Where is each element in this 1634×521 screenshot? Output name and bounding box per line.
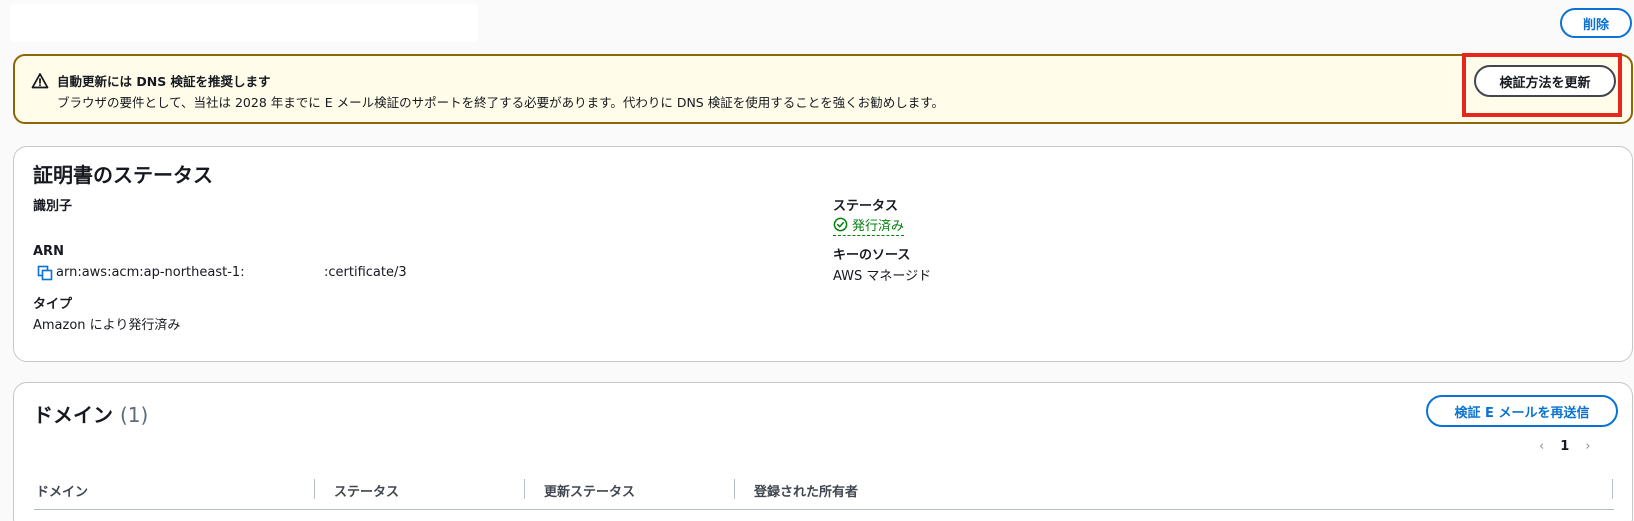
highlight-box: 検証方法を更新 [1462,53,1622,117]
column-divider[interactable] [1612,479,1613,499]
redacted-title-area [10,4,478,42]
domain-title-text: ドメイン [33,403,113,427]
resend-validation-email-button[interactable]: 検証 E メールを再送信 [1426,395,1618,427]
type-value: Amazon により発行済み [33,318,181,333]
table-header-underline [34,509,1614,510]
column-divider[interactable] [734,479,735,499]
page-number[interactable]: 1 [1560,439,1569,454]
type-label: タイプ [33,297,73,312]
status-label: ステータス [833,199,899,214]
column-header-registered-owner[interactable]: 登録された所有者 [754,481,858,500]
domain-card-title: ドメイン (1) [33,399,148,428]
column-header-status[interactable]: ステータス [334,481,399,500]
domain-card: ドメイン (1) 検証 E メールを再送信 ‹ 1 › ドメイン ステータス 更… [13,382,1633,521]
delete-button[interactable]: 削除 [1560,8,1632,38]
arn-value-prefix: arn:aws:acm:ap-northeast-1: [56,265,245,280]
copy-icon[interactable] [37,265,53,281]
chevron-left-icon[interactable]: ‹ [1539,439,1544,454]
arn-label: ARN [33,244,64,259]
certificate-detail-page: 削除 自動更新には DNS 検証を推奨します ブラウザの要件として、当社は 20… [0,0,1634,521]
arn-value-suffix: :certificate/3 [324,265,407,280]
alert-title: 自動更新には DNS 検証を推奨します [57,74,271,89]
warning-icon [31,73,49,89]
status-value: 発行済み [852,219,905,234]
card-title: 証明書のステータス [33,163,213,187]
key-source-label: キーのソース [833,248,911,263]
column-header-domain[interactable]: ドメイン [36,481,88,500]
certificate-status-card: 証明書のステータス 識別子 ステータス 発行済み ARN arn:aws:acm… [13,146,1633,362]
pagination: ‹ 1 › [1539,439,1590,454]
alert-body: ブラウザの要件として、当社は 2028 年までに E メール検証のサポートを終了… [57,95,944,110]
chevron-right-icon[interactable]: › [1585,439,1590,454]
domain-count: (1) [119,403,149,427]
status-badge: 発行済み [833,215,905,236]
check-circle-icon [833,217,848,232]
dns-validation-alert: 自動更新には DNS 検証を推奨します ブラウザの要件として、当社は 2028 … [13,53,1633,124]
update-validation-method-button[interactable]: 検証方法を更新 [1474,65,1616,97]
column-divider[interactable] [524,479,525,499]
column-divider[interactable] [314,479,315,499]
identifier-label: 識別子 [33,199,73,214]
key-source-value: AWS マネージド [833,269,932,284]
column-header-renewal-status[interactable]: 更新ステータス [544,481,635,500]
